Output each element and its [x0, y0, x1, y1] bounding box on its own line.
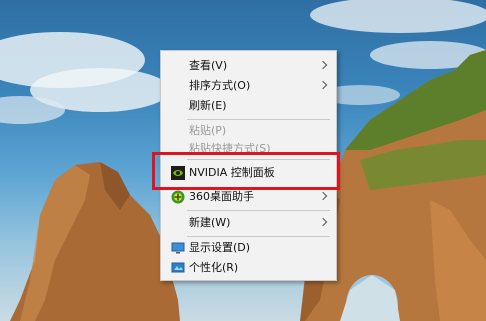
menu-item-nvidia-control-panel[interactable]: NVIDIA 控制面板: [161, 163, 336, 183]
menu-item-refresh-label: 刷新(E): [189, 99, 227, 112]
menu-separator: [187, 119, 330, 120]
menu-separator: [187, 210, 330, 211]
menu-item-view-label: 查看(V): [189, 59, 228, 72]
menu-item-display-settings-label: 显示设置(D): [189, 241, 251, 254]
menu-item-paste-label: 粘贴(P): [189, 124, 227, 137]
menu-item-new-label: 新建(W): [189, 216, 231, 229]
submenu-arrow-icon: [318, 191, 328, 201]
menu-separator: [187, 159, 330, 160]
menu-item-paste[interactable]: 粘贴(P): [161, 121, 336, 141]
submenu-arrow-icon: [318, 60, 328, 70]
display-settings-icon: [171, 241, 185, 255]
menu-item-refresh[interactable]: 刷新(E): [161, 96, 336, 116]
submenu-arrow-icon: [318, 217, 328, 227]
menu-item-display-settings[interactable]: 显示设置(D): [161, 238, 336, 258]
menu-item-view[interactable]: 查看(V): [161, 56, 336, 76]
menu-item-paste-shortcut[interactable]: 粘贴快捷方式(S): [161, 139, 336, 159]
nvidia-icon: [171, 166, 185, 180]
personalize-icon: [171, 261, 185, 275]
desktop-context-menu: 查看(V) 排序方式(O) 刷新(E) 粘贴(P) 粘贴快捷方式(S) NVID…: [160, 50, 337, 281]
menu-item-sort-by-label: 排序方式(O): [189, 79, 251, 92]
menu-item-new[interactable]: 新建(W): [161, 213, 336, 233]
menu-item-360-assistant[interactable]: 360桌面助手: [161, 187, 336, 207]
menu-item-360-label: 360桌面助手: [189, 190, 254, 203]
menu-item-personalize[interactable]: 个性化(R): [161, 258, 336, 278]
menu-item-paste-shortcut-label: 粘贴快捷方式(S): [189, 142, 271, 155]
menu-separator: [187, 236, 330, 237]
menu-item-nvidia-label: NVIDIA 控制面板: [189, 166, 275, 179]
submenu-arrow-icon: [318, 80, 328, 90]
menu-item-sort-by[interactable]: 排序方式(O): [161, 76, 336, 96]
360-assistant-icon: [171, 190, 185, 204]
menu-item-personalize-label: 个性化(R): [189, 261, 239, 274]
